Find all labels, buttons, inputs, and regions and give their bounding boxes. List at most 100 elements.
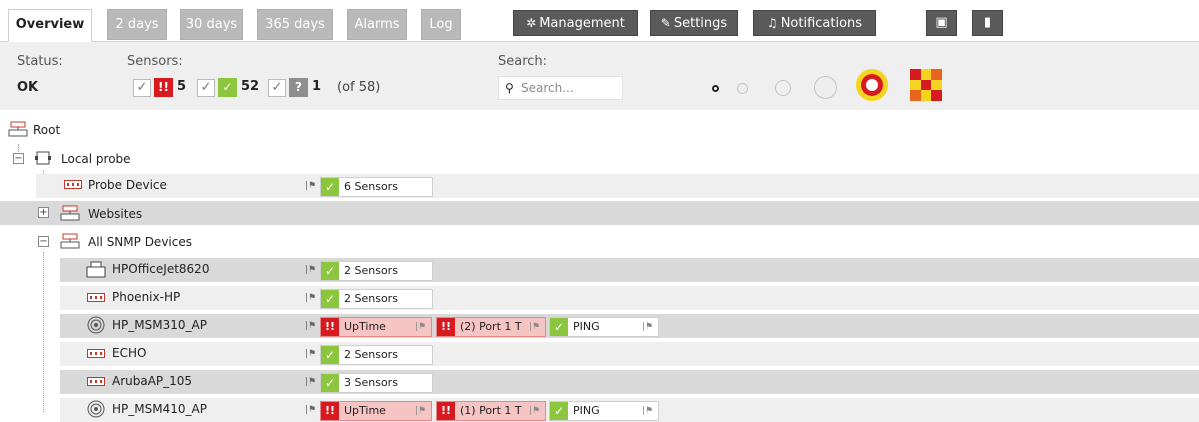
settings-label: Settings xyxy=(673,16,728,31)
device-icon xyxy=(87,349,105,358)
sensor-summary[interactable]: ✓ 2 Sensors xyxy=(320,289,433,309)
sensor-name: (1) Port 1 T xyxy=(460,404,522,417)
management-button[interactable]: ✲ Management xyxy=(513,10,638,36)
check-icon: ✓ xyxy=(321,178,339,196)
table-row xyxy=(0,201,1199,225)
sensor-ping[interactable]: ✓ PING |⚑ xyxy=(549,317,659,337)
flag-icon[interactable]: |⚑ xyxy=(305,349,316,359)
down-icon: !! xyxy=(437,318,455,336)
flag-icon[interactable]: |⚑ xyxy=(305,181,316,191)
sensor-count: 2 Sensors xyxy=(344,348,398,361)
up-filter-checkbox[interactable]: ✓ xyxy=(197,79,215,97)
comment-icon: ▣ xyxy=(935,15,948,30)
flag-icon[interactable]: |⚑ xyxy=(642,402,653,420)
comment-button[interactable]: ▣ xyxy=(926,10,957,36)
panel-button[interactable]: ▮ xyxy=(972,10,1003,36)
view-small-button[interactable] xyxy=(737,83,748,94)
sensor-count: 2 Sensors xyxy=(344,292,398,305)
flag-icon[interactable]: |⚑ xyxy=(305,293,316,303)
flag-icon[interactable]: |⚑ xyxy=(642,318,653,336)
gear-icon: ✲ xyxy=(526,16,537,30)
table-row xyxy=(60,286,1199,310)
settings-button[interactable]: ✎ Settings xyxy=(650,10,738,36)
wifi-icon xyxy=(87,316,105,334)
tab-2-days[interactable]: 2 days xyxy=(107,9,167,40)
collapse-toggle[interactable]: − xyxy=(38,236,49,247)
sensor-port[interactable]: !! (1) Port 1 T |⚑ xyxy=(436,401,546,421)
sensor-summary[interactable]: ✓ 6 Sensors xyxy=(320,177,433,197)
tab-alarms[interactable]: Alarms xyxy=(347,9,407,40)
device-icon xyxy=(87,293,105,302)
flag-icon[interactable]: |⚑ xyxy=(415,402,426,420)
tab-30-days[interactable]: 30 days xyxy=(180,9,243,40)
group-icon xyxy=(60,205,80,221)
tree-connector xyxy=(43,252,44,412)
unknown-filter-checkbox[interactable]: ✓ xyxy=(268,79,286,97)
view-large-button[interactable] xyxy=(814,76,837,99)
sensor-port[interactable]: !! (2) Port 1 T |⚑ xyxy=(436,317,546,337)
sensors-label: Sensors: xyxy=(127,54,183,69)
printer-icon xyxy=(86,261,106,278)
status-label: Status: xyxy=(17,54,63,69)
device-name[interactable]: Phoenix-HP xyxy=(112,290,180,304)
sensor-count: 2 Sensors xyxy=(344,264,398,277)
sensor-summary[interactable]: ✓ 3 Sensors xyxy=(320,373,433,393)
group-snmp[interactable]: All SNMP Devices xyxy=(88,235,192,249)
flag-icon[interactable]: |⚑ xyxy=(529,402,540,420)
table-row xyxy=(60,258,1199,282)
sensor-ping[interactable]: ✓ PING |⚑ xyxy=(549,401,659,421)
management-label: Management xyxy=(539,16,625,31)
tree-probe[interactable]: Local probe xyxy=(61,152,131,166)
treemap-view-button[interactable] xyxy=(910,69,942,101)
check-icon: ✓ xyxy=(321,262,339,280)
device-name[interactable]: HP_MSM410_AP xyxy=(112,402,207,416)
tab-overview[interactable]: Overview xyxy=(8,9,92,42)
view-smallest-button[interactable] xyxy=(712,85,719,92)
check-icon: ✓ xyxy=(321,374,339,392)
sensor-name: UpTime xyxy=(344,320,386,333)
sensor-total: (of 58) xyxy=(337,80,381,95)
sensor-name: PING xyxy=(573,320,600,333)
check-icon: ✓ xyxy=(550,402,568,420)
device-icon xyxy=(87,377,105,386)
bell-icon: ♫ xyxy=(766,16,778,30)
device-name[interactable]: HPOfficeJet8620 xyxy=(112,262,209,276)
search-input[interactable]: ⚲ Search... xyxy=(498,76,623,100)
tree-root[interactable]: Root xyxy=(33,123,60,137)
sensor-count: 3 Sensors xyxy=(344,376,398,389)
group-icon xyxy=(60,233,80,249)
sensor-summary[interactable]: ✓ 2 Sensors xyxy=(320,345,433,365)
sensor-name: PING xyxy=(573,404,600,417)
group-icon xyxy=(8,121,28,137)
sunburst-view-button[interactable] xyxy=(856,69,888,101)
down-status-icon: !! xyxy=(154,78,173,97)
down-icon: !! xyxy=(321,402,339,420)
device-name[interactable]: ECHO xyxy=(112,346,146,360)
sensor-uptime[interactable]: !! UpTime |⚑ xyxy=(320,317,432,337)
flag-icon[interactable]: |⚑ xyxy=(415,318,426,336)
sensor-summary[interactable]: ✓ 2 Sensors xyxy=(320,261,433,281)
down-icon: !! xyxy=(321,318,339,336)
group-websites[interactable]: Websites xyxy=(88,207,142,221)
up-count: 52 xyxy=(241,79,260,94)
down-icon: !! xyxy=(437,402,455,420)
notifications-button[interactable]: ♫ Notifications xyxy=(753,10,876,36)
sensor-uptime[interactable]: !! UpTime |⚑ xyxy=(320,401,432,421)
flag-icon[interactable]: |⚑ xyxy=(305,405,316,415)
table-row xyxy=(60,370,1199,394)
notifications-label: Notifications xyxy=(780,16,863,31)
view-medium-button[interactable] xyxy=(775,80,791,96)
collapse-toggle[interactable]: − xyxy=(13,153,24,164)
down-filter-checkbox[interactable]: ✓ xyxy=(133,79,151,97)
device-name[interactable]: Probe Device xyxy=(88,178,167,192)
unknown-status-icon: ? xyxy=(289,78,308,97)
flag-icon[interactable]: |⚑ xyxy=(529,318,540,336)
device-name[interactable]: HP_MSM310_AP xyxy=(112,318,207,332)
flag-icon[interactable]: |⚑ xyxy=(305,377,316,387)
device-name[interactable]: ArubaAP_105 xyxy=(112,374,192,388)
flag-icon[interactable]: |⚑ xyxy=(305,265,316,275)
flag-icon[interactable]: |⚑ xyxy=(305,321,316,331)
tab-365-days[interactable]: 365 days xyxy=(257,9,333,40)
tab-log[interactable]: Log xyxy=(421,9,461,40)
expand-toggle[interactable]: + xyxy=(38,207,49,218)
